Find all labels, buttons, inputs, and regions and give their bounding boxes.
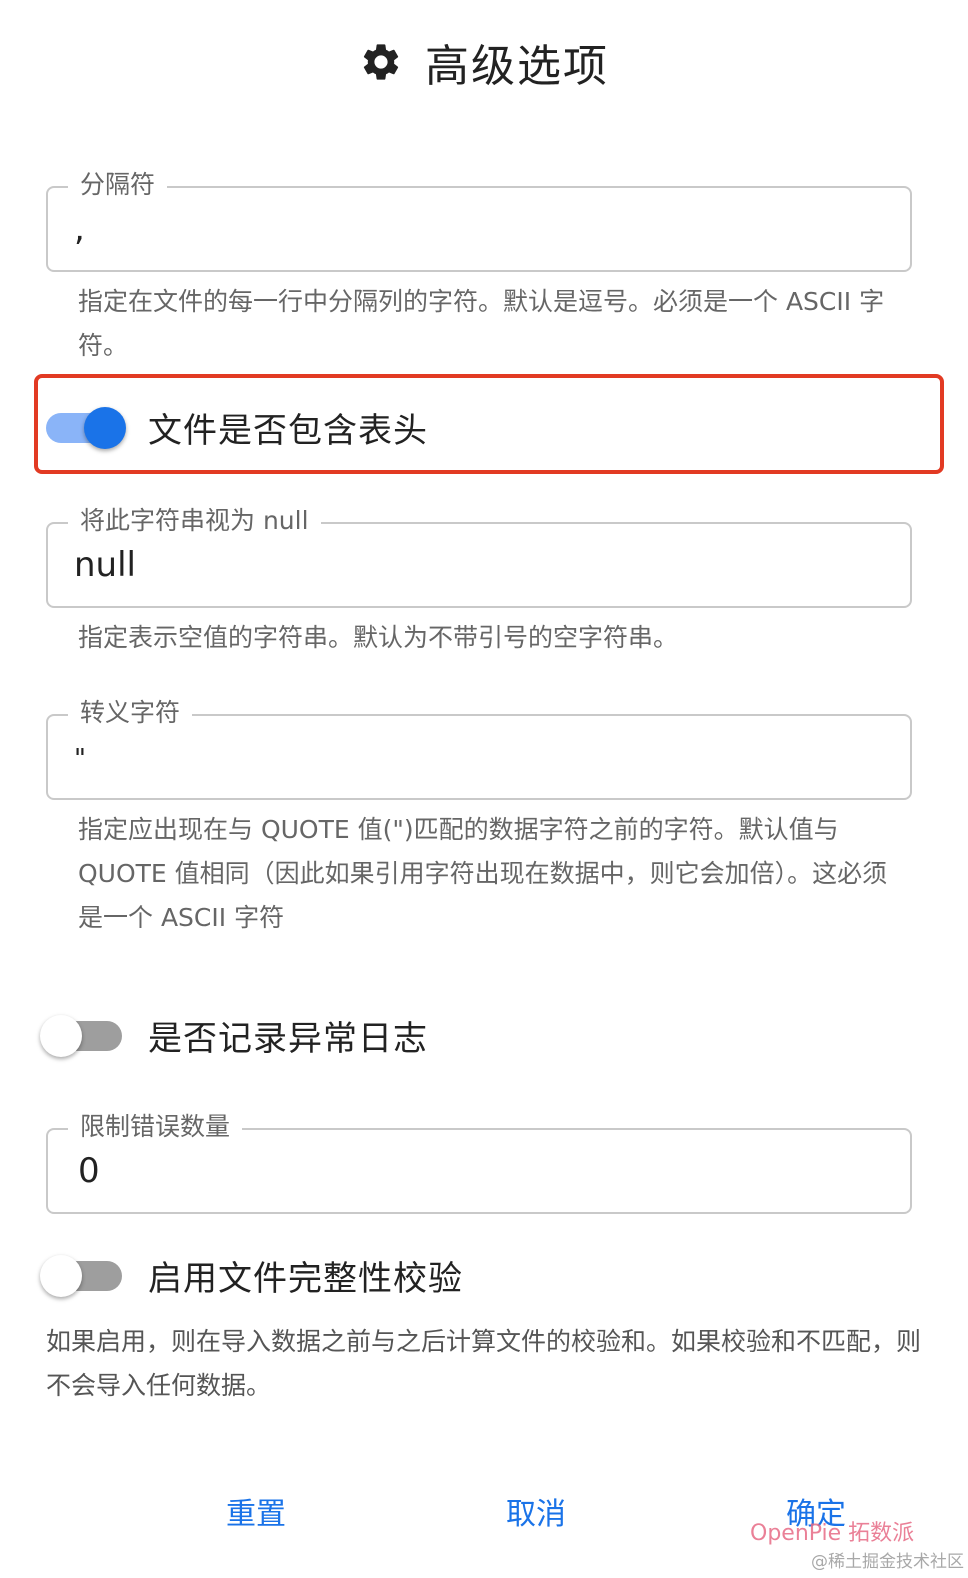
header-toggle-switch[interactable] [40,403,126,451]
checksum-toggle-row[interactable]: 启用文件完整性校验 [40,1242,463,1308]
null-string-helper: 指定表示空值的字符串。默认为不带引号的空字符串。 [78,623,679,652]
cancel-button[interactable]: 取消 [506,1486,566,1536]
error-limit-field[interactable]: 限制错误数量 0 [46,1110,912,1214]
error-limit-label: 限制错误数量 [68,1110,243,1144]
checksum-toggle-label: 启用文件完整性校验 [148,1258,463,1299]
log-errors-toggle-switch[interactable] [40,1011,124,1059]
delimiter-input[interactable]: , [74,206,85,252]
escape-char-label: 转义字符 [68,696,193,730]
reset-button[interactable]: 重置 [226,1486,286,1536]
watermark-brand: OpenPie 拓数派 [750,1521,915,1546]
watermark: OpenPie 拓数派 @稀土掘金技术社区 [750,1520,964,1578]
header-toggle-row[interactable]: 文件是否包含表头 [40,394,428,460]
dialog-title: 高级选项 [425,41,609,92]
switch-thumb [40,1015,82,1057]
checksum-helper: 如果启用，则在导入数据之前与之后计算文件的校验和。如果校验和不匹配，则不会导入任… [46,1327,922,1400]
gear-icon [363,44,399,80]
delimiter-label: 分隔符 [68,168,168,202]
watermark-community: @稀土掘金技术社区 [811,1552,964,1572]
escape-char-field[interactable]: 转义字符 " [46,696,912,800]
escape-char-helper: 指定应出现在与 QUOTE 值(")匹配的数据字符之前的字符。默认值与 QUOT… [78,815,888,932]
switch-thumb [40,1255,82,1297]
header-toggle-label: 文件是否包含表头 [148,410,428,451]
delimiter-helper: 指定在文件的每一行中分隔列的字符。默认是逗号。必须是一个 ASCII 字符。 [78,287,885,360]
delimiter-field[interactable]: 分隔符 , [46,168,912,272]
null-string-label: 将此字符串视为 null [68,504,321,538]
switch-thumb [84,407,126,449]
dialog-header: 高级选项 [0,30,968,94]
log-errors-toggle-row[interactable]: 是否记录异常日志 [40,1002,428,1068]
error-limit-input[interactable]: 0 [78,1148,100,1194]
log-errors-toggle-label: 是否记录异常日志 [148,1018,428,1059]
null-string-input[interactable]: null [74,542,136,588]
escape-char-input[interactable]: " [74,736,86,782]
checksum-toggle-switch[interactable] [40,1251,124,1299]
null-string-field[interactable]: 将此字符串视为 null null [46,504,912,608]
